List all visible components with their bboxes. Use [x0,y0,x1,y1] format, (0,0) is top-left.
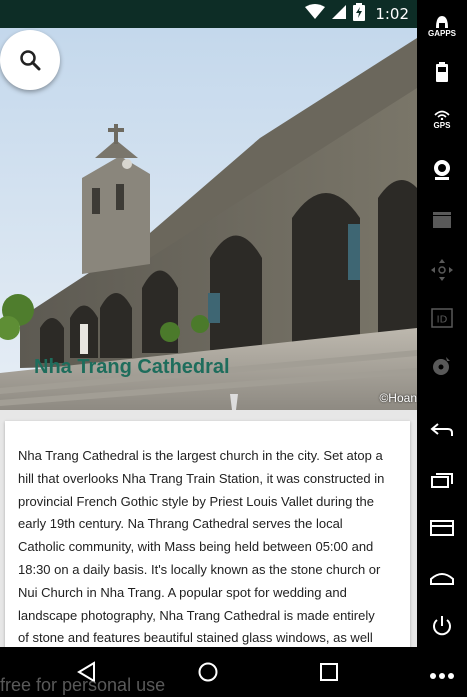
photo-credit: ©Hoan [379,391,417,405]
disk-icon [433,357,450,375]
gps-label: GPS [433,121,451,130]
description-text: Nha Trang Cathedral is the largest churc… [18,448,385,646]
svg-text:ID: ID [437,315,448,326]
search-icon [20,50,41,71]
id-button[interactable]: ID [417,298,467,338]
gps-button[interactable]: GPS [417,100,467,140]
power-icon [433,616,451,636]
move-icon [431,259,453,281]
more-icon [430,673,454,679]
home-icon [198,662,218,682]
watermark: free for personal use [0,675,166,695]
cell-signal-icon [331,4,347,25]
status-icons: 1:02 [305,2,409,26]
gapps-label: GAPPS [427,29,456,38]
status-time: 1:02 [375,5,409,23]
nav-home-button[interactable] [188,656,228,688]
recents-icon [320,663,338,681]
recents-icon [431,473,453,488]
video-button[interactable] [417,200,467,240]
gapps-icon [436,16,448,28]
status-bar: 1:02 [0,0,417,28]
cathedral-photo [0,28,417,410]
disk-button[interactable] [417,346,467,386]
menu-icon [430,520,454,536]
side-recents-button[interactable] [417,460,467,500]
place-title: Nha Trang Cathedral [34,356,230,378]
side-menu-button[interactable] [417,508,467,548]
nav-recents-button[interactable] [309,656,349,688]
emulator-toolbar: GAPPS GPS ID [417,0,467,697]
battery-charging-icon [353,2,366,26]
move-button[interactable] [417,250,467,290]
battery-button[interactable] [417,52,467,92]
camera-button[interactable] [417,150,467,190]
side-power-button[interactable] [417,606,467,646]
wifi-icon [305,3,326,25]
camera-icon [434,160,450,180]
gapps-button[interactable]: GAPPS [417,6,467,46]
battery-icon [436,62,448,82]
side-home-button[interactable] [417,558,467,598]
side-back-button[interactable] [417,410,467,450]
gps-icon [434,110,450,120]
back-icon [430,423,453,436]
side-more-button[interactable] [417,656,467,696]
id-icon: ID [431,308,453,328]
video-icon [433,212,451,228]
home-icon [430,573,454,585]
hero-image: Nha Trang Cathedral ©Hoan [0,28,417,410]
search-button[interactable] [0,30,60,90]
app-content: Nha Trang Cathedral ©Hoan Nha Trang Cath… [0,28,417,647]
description-card: Nha Trang Cathedral is the largest churc… [5,421,410,647]
